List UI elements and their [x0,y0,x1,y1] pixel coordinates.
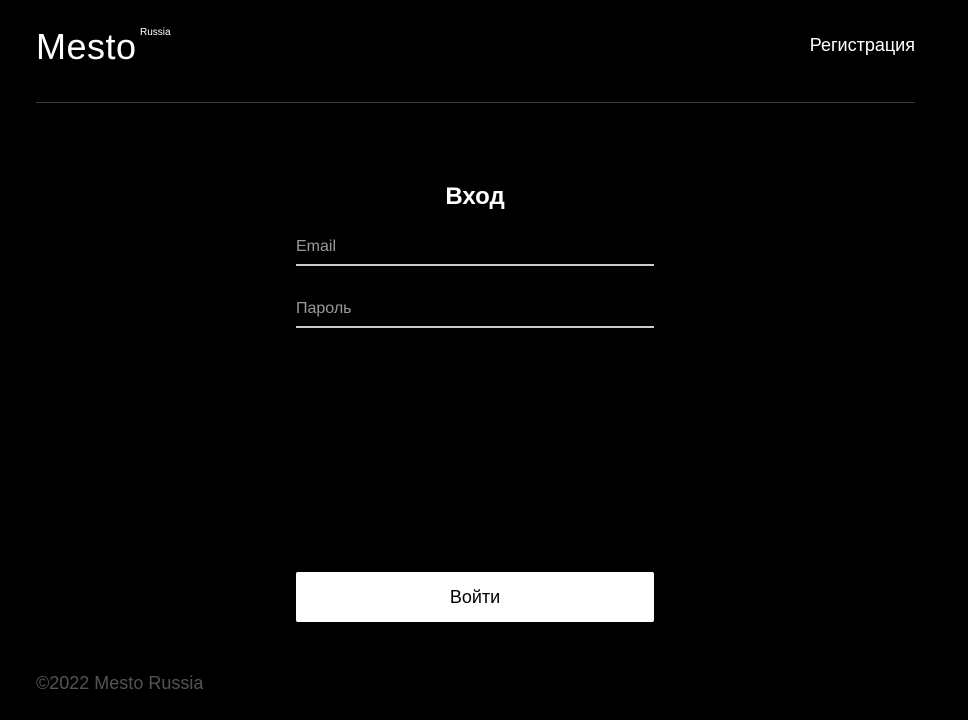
logo-superscript: Russia [140,27,171,38]
email-input[interactable] [296,236,654,264]
login-button[interactable]: Войти [296,572,654,622]
login-form: Вход [296,182,654,328]
email-field [296,236,654,266]
footer: ©2022 Mesto Russia [36,672,203,694]
login-title: Вход [445,183,505,210]
logo-text: Mesto [36,26,137,67]
password-field [296,298,654,328]
logo: Mesto Russia [36,26,171,67]
login-page: Mesto Russia Регистрация Вход Войти ©202… [0,0,968,720]
header: Mesto Russia Регистрация [36,0,915,103]
password-input[interactable] [296,298,654,326]
register-link[interactable]: Регистрация [810,34,915,56]
copyright-text: ©2022 Mesto Russia [36,673,204,693]
